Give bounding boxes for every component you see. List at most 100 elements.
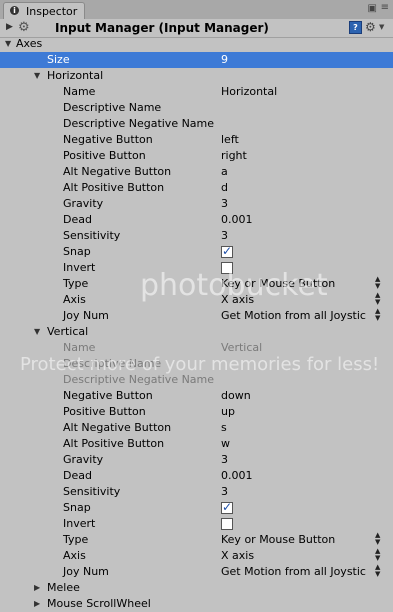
field-value[interactable]: 0.001 [221, 213, 253, 226]
inspector-tab-label: Inspector [26, 5, 78, 18]
inspector-tab[interactable]: i Inspector [3, 2, 85, 20]
select-arrows-icon: ▲ ▼ [375, 563, 381, 578]
field-value[interactable]: s [221, 421, 227, 434]
field-value[interactable]: 3 [221, 485, 228, 498]
size-label: Size [47, 53, 70, 66]
vertical-field-row: Gravity 3 [0, 452, 393, 468]
field-label: Descriptive Negative Name [63, 117, 215, 130]
axis-select[interactable]: X axis [221, 293, 254, 306]
vertical-snap-row: Snap ✓ [0, 500, 393, 516]
horizontal-field-row: Dead 0.001 [0, 212, 393, 228]
invert-label: Invert [63, 517, 96, 530]
vertical-field-row: Sensitivity 3 [0, 484, 393, 500]
axes-foldout[interactable]: ▼ Axes [0, 36, 393, 52]
horizontal-invert-row: Invert [0, 260, 393, 276]
field-label: Descriptive Name [63, 357, 162, 370]
joy-num-label: Joy Num [63, 565, 109, 578]
field-value[interactable]: 3 [221, 197, 228, 210]
horizontal-joy-row: Joy Num Get Motion from all Joystic ▲ ▼ [0, 308, 393, 324]
field-value[interactable]: d [221, 181, 228, 194]
axes-label: Axes [16, 37, 43, 50]
field-label: Positive Button [63, 405, 146, 418]
vertical-field-row: Name Vertical [0, 340, 393, 356]
field-value[interactable]: down [221, 389, 251, 402]
lock-icon[interactable]: ▣ [368, 3, 377, 14]
horizontal-field-row: Negative Button left [0, 132, 393, 148]
vertical-field-row: Negative Button down [0, 388, 393, 404]
check-icon: ✓ [222, 500, 233, 514]
vertical-field-row: Dead 0.001 [0, 468, 393, 484]
field-value[interactable]: Horizontal [221, 85, 277, 98]
field-value[interactable]: 3 [221, 229, 228, 242]
horizontal-axis-row: Axis X axis ▲ ▼ [0, 292, 393, 308]
chevron-right-icon: ▶ [34, 583, 41, 592]
field-label: Negative Button [63, 389, 153, 402]
vertical-field-row: Alt Negative Button s [0, 420, 393, 436]
settings-gear-icon[interactable]: ⚙ [365, 20, 376, 34]
horizontal-field-row: Descriptive Negative Name [0, 116, 393, 132]
field-value[interactable]: left [221, 133, 239, 146]
horizontal-snap-row: Snap ✓ [0, 244, 393, 260]
info-icon: i [10, 6, 19, 15]
field-label: Descriptive Name [63, 101, 162, 114]
vertical-field-row: Positive Button up [0, 404, 393, 420]
check-icon: ✓ [222, 244, 233, 258]
size-value[interactable]: 9 [221, 53, 228, 66]
invert-label: Invert [63, 261, 96, 274]
help-icon[interactable]: ? [349, 21, 362, 34]
snap-checkbox[interactable]: ✓ [221, 500, 233, 514]
collapse-arrow-icon[interactable]: ▶ [6, 22, 13, 32]
mouse-scrollwheel-label: Mouse ScrollWheel [47, 597, 151, 610]
tab-menu-icon[interactable]: ≡ [381, 2, 389, 13]
field-value[interactable]: a [221, 165, 228, 178]
field-value[interactable]: 3 [221, 453, 228, 466]
horizontal-field-row: Descriptive Name [0, 100, 393, 116]
field-value[interactable]: 0.001 [221, 469, 253, 482]
invert-checkbox[interactable] [221, 518, 233, 530]
vertical-field-row: Descriptive Negative Name [0, 372, 393, 388]
chevron-down-icon: ▼ [5, 39, 12, 48]
field-value[interactable]: right [221, 149, 247, 162]
type-select[interactable]: Key or Mouse Button [221, 533, 335, 546]
horizontal-label: Horizontal [47, 69, 104, 82]
vertical-label: Vertical [47, 325, 89, 338]
vertical-type-row: Type Key or Mouse Button ▲ ▼ [0, 532, 393, 548]
axis-label: Axis [63, 293, 86, 306]
field-label: Descriptive Negative Name [63, 373, 215, 386]
field-label: Name [63, 85, 96, 98]
field-value[interactable]: w [221, 437, 230, 450]
vertical-field-row: Descriptive Name [0, 356, 393, 372]
field-label: Alt Negative Button [63, 421, 172, 434]
melee-foldout[interactable]: ▶ Melee [0, 580, 393, 596]
mouse-scrollwheel-foldout[interactable]: ▶ Mouse ScrollWheel [0, 596, 393, 612]
size-row[interactable]: Size 9 [0, 52, 393, 68]
joy-num-select[interactable]: Get Motion from all Joystic [221, 565, 393, 578]
field-label: Gravity [63, 453, 104, 466]
type-select[interactable]: Key or Mouse Button [221, 277, 335, 290]
horizontal-field-row: Gravity 3 [0, 196, 393, 212]
field-label: Alt Positive Button [63, 181, 165, 194]
horizontal-field-row: Alt Positive Button d [0, 180, 393, 196]
component-title: Input Manager (Input Manager) [55, 21, 269, 35]
horizontal-field-row: Alt Negative Button a [0, 164, 393, 180]
vertical-invert-row: Invert [0, 516, 393, 532]
melee-label: Melee [47, 581, 80, 594]
invert-checkbox[interactable] [221, 262, 233, 274]
select-arrows-icon: ▲ ▼ [375, 307, 381, 322]
type-label: Type [63, 277, 89, 290]
joy-num-select[interactable]: Get Motion from all Joystic [221, 309, 393, 322]
vertical-foldout[interactable]: ▼ Vertical [0, 324, 393, 340]
field-label: Sensitivity [63, 485, 121, 498]
field-value[interactable]: up [221, 405, 235, 418]
joy-num-label: Joy Num [63, 309, 109, 322]
dropdown-arrow-icon[interactable]: ▼ [379, 23, 384, 31]
field-value[interactable]: Vertical [221, 341, 262, 354]
select-arrows-icon: ▲ ▼ [375, 291, 381, 306]
snap-label: Snap [63, 245, 91, 258]
field-label: Positive Button [63, 149, 146, 162]
horizontal-foldout[interactable]: ▼ Horizontal [0, 68, 393, 84]
chevron-down-icon: ▼ [34, 327, 41, 336]
chevron-right-icon: ▶ [34, 599, 41, 608]
axis-select[interactable]: X axis [221, 549, 254, 562]
snap-checkbox[interactable]: ✓ [221, 244, 233, 258]
